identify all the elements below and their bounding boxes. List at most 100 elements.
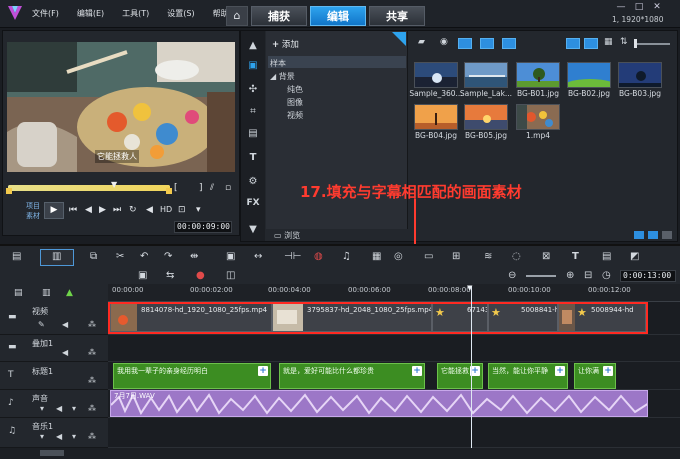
clip-mode-label[interactable]: 素材 [26,211,40,221]
music-menu-icon[interactable]: ▾ [72,432,76,441]
tab-capture[interactable]: 捕获 [251,6,307,26]
preview-timecode[interactable]: 00:00:09:00 [174,221,232,233]
close-button[interactable]: ✕ [651,2,663,12]
trim-icon[interactable]: ⊣⊢ [284,251,301,262]
mark-out-icon[interactable] [166,188,172,194]
end-icon[interactable]: ⏭ [113,205,121,215]
thumbnail-bg-b02[interactable] [567,62,611,88]
thumb-size-slider[interactable] [636,43,670,45]
timeline-scrollbar[interactable] [0,448,680,459]
panel-toggle-1-icon[interactable] [634,231,644,239]
audio-clip[interactable] [110,390,648,417]
scroll-down-icon[interactable]: ▼ [246,224,260,236]
title-clip[interactable]: 让你满 + [574,363,616,389]
pan-zoom-icon[interactable]: ▣ [226,251,235,262]
ripple-music-icon[interactable]: ⁂ [88,432,96,441]
mark-in-bracket-icon[interactable]: [ [174,183,178,193]
title-clip-plus-icon[interactable]: + [412,366,422,376]
auto-music-icon[interactable]: ◫ [226,270,235,281]
browse-button[interactable]: ▭ 浏览 [274,230,300,241]
title-clip[interactable]: 就是，爱好可能比什么都珍贵 + [279,363,425,389]
title-clip-plus-icon[interactable]: + [603,366,613,376]
storyboard-view-icon[interactable]: ▤ [12,251,21,262]
mark-out-bracket-icon[interactable]: ] [199,183,203,193]
scrub-handle-icon[interactable]: ▼ [111,180,119,189]
track-manager-icon[interactable]: ▤ [602,251,611,262]
record-icon[interactable]: ◉ [440,37,448,47]
mark-in-icon[interactable] [6,188,12,194]
3d-title-icon[interactable]: T [572,251,579,262]
menu-edit[interactable]: 编辑(E) [77,8,104,19]
tab-share[interactable]: 共享 [369,6,425,26]
thumbnail-bg-b01[interactable] [516,62,560,88]
title-clip[interactable]: 当然，能让你平静 + [488,363,568,389]
mic-icon[interactable]: ● [196,270,205,281]
track-list-icon[interactable]: ▥ [42,288,51,298]
stretch-icon[interactable]: ↔ [254,251,262,262]
zoom-slider[interactable] [526,275,556,277]
tab-edit[interactable]: 编辑 [310,6,366,26]
volume-icon[interactable]: ◀ [146,205,153,215]
edit-track-icon[interactable]: ✎ [38,320,45,329]
title-clip-plus-icon[interactable]: + [258,366,268,376]
list-view-button[interactable] [566,38,580,49]
repeat-icon[interactable]: ↻ [129,205,137,215]
tree-item-sample[interactable]: 样本 [270,58,286,69]
maximize-button[interactable]: □ [633,2,645,12]
scroll-up-icon[interactable]: ▲ [246,40,260,52]
mask-icon[interactable]: ≋ [484,251,492,262]
menu-settings[interactable]: 设置(S) [167,8,194,19]
record-capture-icon[interactable]: ▣ [138,270,147,281]
chapter-icon[interactable]: ▦ [372,251,381,262]
fit-project-icon[interactable]: ⊟ [584,270,592,281]
prev-frame-icon[interactable]: ◀ [85,205,92,215]
thumbnail-bg-b05[interactable] [464,104,508,130]
thumb-view-button[interactable] [584,38,598,49]
zoom-in-icon[interactable]: ⊕ [566,270,574,281]
resize-icon[interactable]: ▾ [196,205,201,215]
grid-view-icon[interactable]: ▦ [604,37,613,47]
mute-overlay-icon[interactable]: ◀ [62,348,68,357]
ripple-overlay-icon[interactable]: ⁂ [88,348,96,357]
playhead-handle-icon[interactable]: ▼ [467,285,476,292]
track-overlay-area[interactable] [108,335,680,362]
instant-project-icon[interactable]: ✣ [246,84,260,96]
sort-icon[interactable]: ⇅ [620,37,628,47]
filter-video-button[interactable] [458,38,472,49]
zoom-icon[interactable]: ⊡ [178,205,186,215]
fullscreen-icon[interactable]: ▫ [225,183,231,193]
fit-icon[interactable]: ⇹ [190,251,198,262]
background-icon[interactable]: ▤ [246,128,260,140]
split-screen-icon[interactable]: ⊞ [452,251,460,262]
panel-toggle-2-icon[interactable] [648,231,658,239]
add-track-icon[interactable]: ▲ [66,288,73,298]
title-clip[interactable]: 它能拯救 + [437,363,483,389]
mute-music-icon[interactable]: ◀ [56,432,62,441]
subtitle-editor-icon[interactable]: ▭ [424,251,433,262]
tree-item-background[interactable]: ◢ 背景 [270,71,295,82]
track-manager-small-icon[interactable]: ▤ [14,288,23,298]
lock-voice-icon[interactable]: ▾ [40,404,44,413]
panel-toggle-3-icon[interactable] [662,231,672,239]
track-music-area[interactable] [108,418,680,448]
add-button[interactable]: + 添加 [272,38,299,50]
multi-camera-icon[interactable]: ◎ [394,251,403,262]
mute-video-icon[interactable]: ◀ [62,320,68,329]
fx-icon[interactable]: FX [246,198,260,210]
menu-tools[interactable]: 工具(T) [122,8,149,19]
graphics-icon[interactable]: ⚙ [246,176,260,188]
lock-music-icon[interactable]: ▾ [40,432,44,441]
thumbnail-sample-lake[interactable] [464,62,508,88]
filter-audio-button[interactable] [502,38,516,49]
expand-icon[interactable]: ◢ [270,72,276,81]
home-start-icon[interactable]: ⏮ [69,205,77,215]
tree-item-image[interactable]: 图像 [287,97,303,108]
next-frame-icon[interactable]: ▶ [99,205,106,215]
split-icon[interactable]: ⫽ [210,183,214,193]
clock-icon[interactable]: ◷ [602,270,611,281]
ripple-voice-icon[interactable]: ⁂ [88,404,96,413]
ripple-title-icon[interactable]: ⁂ [88,376,96,385]
project-mode-label[interactable]: 项目 [26,201,40,211]
menu-file[interactable]: 文件(F) [32,8,59,19]
audio-mixer-icon[interactable]: ♫ [342,251,351,262]
